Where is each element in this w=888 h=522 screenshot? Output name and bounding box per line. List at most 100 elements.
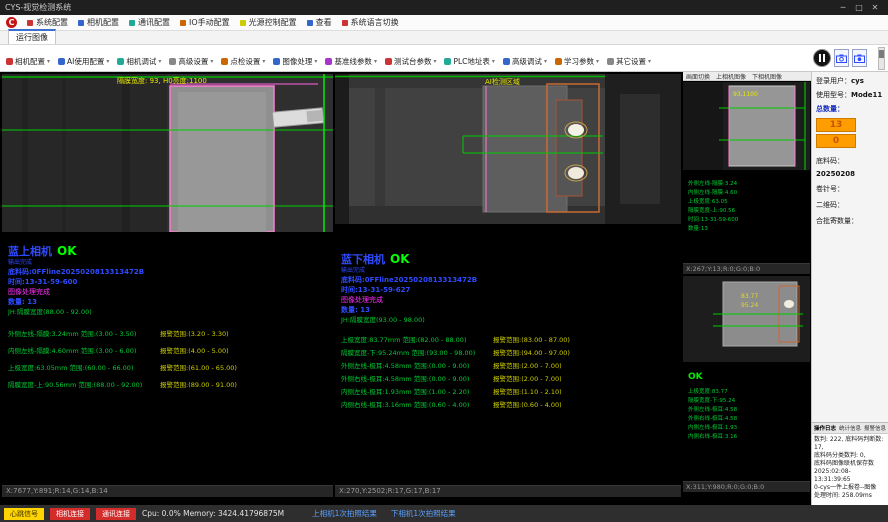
lower-thumbnail-image: 83.77 95.24 xyxy=(683,276,810,362)
toolbar-camera-config[interactable]: 相机配置▾ xyxy=(6,56,50,67)
ai-region-label: AI检测区域 xyxy=(485,77,520,86)
menu-label: 光源控制配置 xyxy=(249,17,297,28)
measurement-rows: 上极宽度:83.77mm 范围:(82.00 - 88.00)报警范围:(83.… xyxy=(341,334,679,412)
upper-overlay-label: 隔膜宽度: 93, H0亮度:1100 xyxy=(117,76,207,85)
measurement-row: 上极宽度:63.05mm 范围:(60.00 - 66.00)报警范围:(61.… xyxy=(8,360,331,377)
batch-count-label: 合批寄数量： xyxy=(816,217,858,225)
toolbar-test-params[interactable]: 测试台参数▾ xyxy=(385,56,437,67)
lower-camera-view[interactable]: AI检测区域 xyxy=(335,74,681,224)
view-icon xyxy=(307,20,313,26)
lower-thumbnail-panel[interactable]: 83.77 95.24 OK 上极宽度:83.77 隔膜宽度-下:95.24 外… xyxy=(683,276,810,492)
alarm-range: 报警范围:(1.10 - 2.10) xyxy=(493,386,562,399)
gear-icon xyxy=(169,58,176,65)
slider-handle[interactable] xyxy=(879,50,884,58)
menu-label: 相机配置 xyxy=(87,17,119,28)
camera-link-indicator: 相机连接 xyxy=(50,508,90,520)
measure-line: 内侧左线-隔膜:4.60 xyxy=(688,189,738,198)
alarm-range: 报警范围:(83.00 - 87.00) xyxy=(493,334,570,347)
tab-statistics[interactable]: 统计信息 xyxy=(839,424,861,432)
toolbar-advanced-debug[interactable]: 高级调试▾ xyxy=(503,56,547,67)
log-line: 0-cys一件上报卷--图像 xyxy=(814,484,886,492)
lower-result-link[interactable]: 下相机1次拍照结果 xyxy=(391,508,456,519)
upper-result-link[interactable]: 上相机1次拍照结果 xyxy=(312,508,377,519)
tab-operation-log[interactable]: 操作日志 xyxy=(814,424,836,432)
statusbar: 心跳信号 相机连接 通讯连接 Cpu: 0.0% Memory: 3424.41… xyxy=(0,505,888,522)
pause-button[interactable] xyxy=(813,49,831,67)
measure-value: 上极宽度:63.05mm 范围:(60.00 - 66.00) xyxy=(8,360,160,377)
menu-light-control[interactable]: 光源控制配置 xyxy=(240,17,297,28)
toolbar-advanced-settings[interactable]: 高级设置▾ xyxy=(169,56,213,67)
total-count-label: 总数量： xyxy=(816,105,844,113)
ng-counter: 0 xyxy=(816,134,856,148)
status-ok: OK xyxy=(57,244,77,258)
upper-camera-view[interactable]: 隔膜宽度: 93, H0亮度:1100 xyxy=(2,74,333,232)
upper-camera-image: 隔膜宽度: 93, H0亮度:1100 xyxy=(2,74,333,232)
menu-view[interactable]: 查看 xyxy=(307,17,332,28)
measurement-row: 隔膜宽度-下:95.24mm 范围:(93.00 - 98.00)报警范围:(9… xyxy=(341,347,679,360)
menu-io-manual[interactable]: IO手动配置 xyxy=(180,17,230,28)
alarm-range: 报警范围:(4.00 - 5.00) xyxy=(160,343,229,360)
upper-camera-button[interactable] xyxy=(834,49,849,67)
toolbar: 相机配置▾ AI使用配置▾ 相机调试▾ 高级设置▾ 点检设置▾ 图像处理▾ 基准… xyxy=(0,45,810,72)
toolbar-plc-table[interactable]: PLC地址表▾ xyxy=(444,56,494,67)
toolbar-baseline-params[interactable]: 基准线参数▾ xyxy=(325,56,377,67)
zoom-slider[interactable] xyxy=(878,47,885,70)
chevron-down-icon: ▾ xyxy=(158,58,161,65)
thumb2-pixel-readout: X:311;Y:980;R:0;G:0;B:0 xyxy=(683,481,810,492)
output-status: 输出完成 xyxy=(8,259,331,267)
camera-name: 蓝下相机 xyxy=(341,253,385,266)
menubar: C 系统配置 相机配置 通讯配置 IO手动配置 光源控制配置 查看 系统语言切换 xyxy=(0,15,888,31)
result-links: 上相机1次拍照结果 下相机1次拍照结果 xyxy=(312,508,456,519)
lower-camera-button[interactable] xyxy=(852,49,867,67)
measure-line: 上极宽度:63.05 xyxy=(688,198,738,207)
tab-run-image[interactable]: 运行图像 xyxy=(8,29,56,44)
close-button[interactable]: ✕ xyxy=(867,3,883,12)
alarm-range: 报警范围:(94.00 - 97.00) xyxy=(493,347,570,360)
app-logo-icon: C xyxy=(6,17,17,28)
menu-label: 系统配置 xyxy=(36,17,68,28)
thumbnail-header: 画面切换 上相机图像 下相机图像 xyxy=(683,72,811,81)
measurement-row: 外侧右线-极耳:4.58mm 范围:(0.00 - 9.00)报警范围:(2.0… xyxy=(341,373,679,386)
menu-system-config[interactable]: 系统配置 xyxy=(27,17,68,28)
toolbar-ai-config[interactable]: AI使用配置▾ xyxy=(58,56,109,67)
menu-label: 通讯配置 xyxy=(138,17,170,28)
wrench-icon xyxy=(117,58,124,65)
thumb-header-switch[interactable]: 画面切换 xyxy=(686,72,710,81)
toolbar-other-settings[interactable]: 其它设置▾ xyxy=(607,56,651,67)
log-line: 底料码图像联机保存数 xyxy=(814,460,886,468)
toolbar-image-process[interactable]: 图像处理▾ xyxy=(273,56,317,67)
chevron-down-icon: ▾ xyxy=(47,58,50,65)
measure-line: 隔膜宽度-下:95.24 xyxy=(688,397,737,406)
menu-label: 查看 xyxy=(316,17,332,28)
check-icon xyxy=(221,58,228,65)
lower-pixel-readout: X:270,Y:2502;R:17,G:17,B:17 xyxy=(335,485,681,497)
alarm-range: 报警范围:(0.60 - 4.00) xyxy=(493,399,562,412)
window-title: CYS-视觉检测系统 xyxy=(5,2,835,13)
toolbar-camera-debug[interactable]: 相机调试▾ xyxy=(117,56,161,67)
tab-alarm-info[interactable]: 报警信息 xyxy=(864,424,886,432)
material-code-label: 底料码： xyxy=(816,157,844,165)
menu-language[interactable]: 系统语言切换 xyxy=(342,17,399,28)
measure-value: 外侧左线-极耳:4.58mm 范围:(0.00 - 9.00) xyxy=(341,360,493,373)
toolbar-spot-check[interactable]: 点检设置▾ xyxy=(221,56,265,67)
upper-thumbnail-panel[interactable]: 93,1100 外侧左线-隔膜:3.24 内侧左线-隔膜:4.60 上极宽度:6… xyxy=(683,82,810,274)
maximize-button[interactable]: □ xyxy=(851,3,867,12)
language-icon xyxy=(342,20,348,26)
toolbar-label: 基准线参数 xyxy=(334,56,372,67)
measurement-row: 外侧左线-隔膜:3.24mm 范围:(3.00 - 3.50)报警范围:(3.2… xyxy=(8,326,331,343)
thumb1-overlay-label: 93,1100 xyxy=(733,91,758,98)
thumb-header-upper[interactable]: 上相机图像 xyxy=(716,72,746,81)
measurement-row: 内侧左线-极耳:1.93mm 范围:(1.00 - 2.20)报警范围:(1.1… xyxy=(341,386,679,399)
baseline-note: JH:隔膜宽度(93.00 - 98.00) xyxy=(341,315,679,325)
measure-line: 数量:13 xyxy=(688,225,738,234)
menu-comm-config[interactable]: 通讯配置 xyxy=(129,17,170,28)
measure-line: 外侧左线-极耳:4.58 xyxy=(688,406,737,415)
thumb-header-lower[interactable]: 下相机图像 xyxy=(752,72,782,81)
measurement-rows: 外侧左线-隔膜:3.24mm 范围:(3.00 - 3.50)报警范围:(3.2… xyxy=(8,326,331,394)
menu-camera-config[interactable]: 相机配置 xyxy=(78,17,119,28)
minimize-button[interactable]: ─ xyxy=(835,3,851,12)
model-label: 使用型号： xyxy=(816,91,851,99)
measurement-row: 上极宽度:83.77mm 范围:(82.00 - 88.00)报警范围:(83.… xyxy=(341,334,679,347)
toolbar-learning-params[interactable]: 学习参数▾ xyxy=(555,56,599,67)
ai-icon xyxy=(58,58,65,65)
